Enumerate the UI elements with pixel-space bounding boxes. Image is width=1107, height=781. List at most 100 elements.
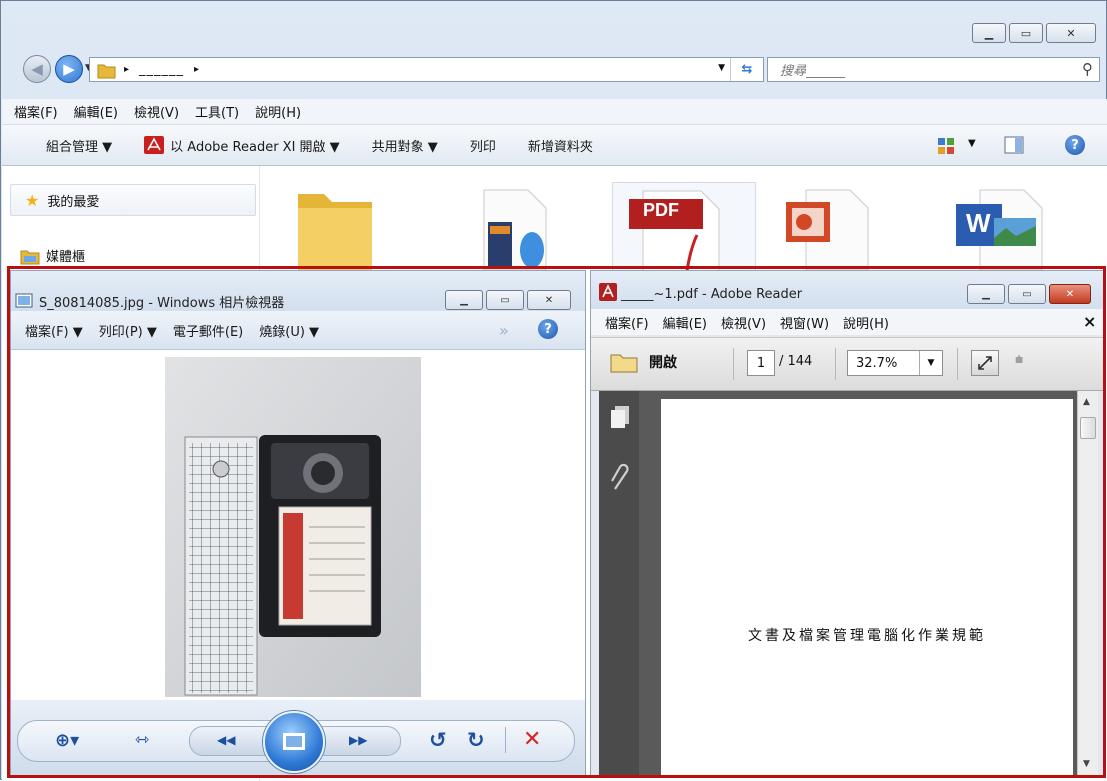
photo-close-button[interactable]: ✕ (527, 290, 571, 310)
photo-viewer-titlebar[interactable]: S_80814085.jpg - Windows 相片檢視器 ▁ ▭ ✕ (11, 271, 585, 311)
explorer-close-button[interactable]: ✕ (1046, 23, 1096, 43)
reader-vertical-scrollbar[interactable]: ▲ ▼ (1077, 391, 1098, 777)
file-item-pptx[interactable] (780, 186, 870, 274)
slideshow-icon (283, 733, 305, 750)
file-item-video[interactable] (470, 186, 560, 274)
reader-navigation-pane (599, 391, 639, 777)
address-row: ◀ ▶ ▼ ▸ ______ ▸ ▼ ⇆ 搜尋______ ⚲ (9, 53, 1102, 85)
change-view-icon[interactable] (937, 137, 957, 159)
reader-menu-window[interactable]: 視窗(W) (780, 313, 829, 332)
reader-maximize-button[interactable]: ▭ (1008, 284, 1046, 304)
photo-maximize-button[interactable]: ▭ (486, 290, 524, 310)
reader-menu-help[interactable]: 說明(H) (843, 313, 889, 332)
search-placeholder: 搜尋______ (780, 64, 846, 79)
menu-help[interactable]: 說明(H) (255, 102, 301, 121)
word-file-icon (956, 189, 1043, 271)
explorer-maximize-button[interactable]: ▭ (1009, 23, 1043, 43)
share-with-button[interactable]: 共用對象 ▼ (372, 136, 438, 155)
preview-pane-icon[interactable] (1004, 136, 1024, 158)
photo-image (165, 357, 421, 697)
photo-menu-email[interactable]: 電子郵件(E) (173, 321, 243, 340)
pdf-page-title: 文書及檔案管理電腦化作業規範 (748, 628, 986, 644)
zoom-value: 32.7% (856, 355, 898, 371)
menu-edit[interactable]: 編輯(E) (74, 102, 118, 121)
photo-canvas (11, 350, 585, 700)
rotate-left-icon[interactable]: ↺ (429, 728, 447, 752)
pdf-badge: PDF (643, 200, 679, 220)
adobe-reader-app-icon (599, 283, 617, 301)
refresh-icon[interactable]: ⇆ (730, 58, 763, 81)
address-bar[interactable]: ▸ ______ ▸ ▼ ⇆ (89, 57, 764, 82)
toolbar-divider (835, 348, 836, 380)
back-button[interactable]: ◀ (23, 55, 51, 83)
reader-menu-file[interactable]: 檔案(F) (605, 313, 649, 332)
page-current: 1 (756, 355, 766, 371)
expand-icon (978, 356, 992, 370)
search-icon[interactable]: ⚲ (1082, 60, 1093, 78)
zoom-icon[interactable]: ⊕▾ (55, 730, 79, 751)
view-options-dropdown[interactable]: ▼ (968, 138, 976, 149)
menu-tools[interactable]: 工具(T) (195, 102, 239, 121)
scroll-up-icon[interactable]: ▲ (1083, 397, 1090, 407)
photo-minimize-button[interactable]: ▁ (445, 290, 483, 310)
open-with-adobe-button[interactable]: 以 Adobe Reader XI 開啟 ▼ (144, 136, 340, 155)
nav-libraries-label: 媒體櫃 (46, 250, 86, 265)
photo-menu-print[interactable]: 列印(P) ▼ (99, 321, 157, 340)
zoom-select[interactable]: 32.7% ▼ (847, 350, 943, 376)
slideshow-button[interactable] (263, 711, 325, 773)
reader-menu-edit[interactable]: 編輯(E) (663, 313, 707, 332)
file-item-docx[interactable]: W (950, 186, 1050, 274)
library-icon (20, 250, 40, 264)
search-input[interactable]: 搜尋______ ⚲ (767, 57, 1100, 82)
help-icon[interactable]: ? (1065, 135, 1085, 155)
reader-titlebar[interactable]: _____~1.pdf - Adobe Reader ▁ ▭ ✕ (591, 271, 1105, 309)
new-folder-button[interactable]: 新增資料夾 (528, 136, 593, 155)
reader-title: _____~1.pdf - Adobe Reader (621, 287, 803, 302)
pdf-file-icon (629, 190, 720, 275)
reader-menu-close[interactable]: × (1083, 312, 1096, 331)
photo-menu-overflow[interactable]: » (499, 321, 509, 340)
reader-minimize-button[interactable]: ▁ (967, 284, 1005, 304)
breadcrumb-segment[interactable]: ______ (139, 62, 184, 77)
pdf-page: 文書及檔案管理電腦化作業規範 (661, 399, 1073, 777)
file-item-pdf[interactable]: PDF (612, 182, 756, 284)
explorer-minimize-button[interactable]: ▁ (972, 23, 1006, 43)
page-thumbnails-icon[interactable] (609, 405, 631, 431)
explorer-menu-bar: 檔案(F) 編輯(E) 檢視(V) 工具(T) 說明(H) (2, 99, 1107, 125)
page-number-input[interactable]: 1 (747, 350, 775, 376)
scroll-down-icon[interactable]: ▼ (1083, 759, 1090, 769)
reader-menu-view[interactable]: 檢視(V) (721, 313, 766, 332)
attachments-icon[interactable] (609, 463, 631, 493)
print-button[interactable]: 列印 (470, 136, 496, 155)
nav-item-favorites[interactable]: ★ 我的最愛 (10, 184, 256, 216)
photo-viewer-window: S_80814085.jpg - Windows 相片檢視器 ▁ ▭ ✕ 檔案(… (10, 270, 586, 778)
open-button[interactable]: 開啟 (609, 350, 677, 374)
photo-menu-file[interactable]: 檔案(F) ▼ (25, 321, 83, 340)
rotate-right-icon[interactable]: ↻ (467, 728, 485, 752)
full-screen-button[interactable] (971, 350, 999, 376)
photo-help-icon[interactable]: ? (538, 319, 558, 339)
delete-icon[interactable]: ✕ (523, 727, 541, 752)
open-with-adobe-label: 以 Adobe Reader XI 開啟 ▼ (170, 139, 340, 155)
actual-size-icon[interactable]: ⇿ (135, 730, 149, 750)
organize-button[interactable]: 組合管理 ▼ (46, 136, 112, 155)
file-item-folder[interactable] (290, 186, 380, 274)
folder-large-icon (298, 194, 372, 270)
photo-menu-burn[interactable]: 燒錄(U) ▼ (259, 321, 319, 340)
breadcrumb-chevron-icon: ▸ (124, 64, 130, 75)
page-total: / 144 (779, 354, 813, 369)
reader-document-area: 文書及檔案管理電腦化作業規範 (639, 391, 1077, 777)
photo-viewer-title: S_80814085.jpg - Windows 相片檢視器 (39, 296, 285, 311)
folder-icon (97, 64, 116, 78)
menu-file[interactable]: 檔案(F) (14, 102, 58, 121)
previous-icon[interactable]: ◀◀ (217, 733, 235, 747)
toolbar-overflow-icon[interactable]: ⩧ (1015, 352, 1023, 368)
next-icon[interactable]: ▶▶ (349, 733, 367, 747)
toolbar-divider (957, 348, 958, 380)
scroll-thumb[interactable] (1080, 417, 1096, 439)
reader-close-button[interactable]: ✕ (1049, 284, 1091, 304)
address-history-dropdown[interactable]: ▼ (718, 63, 725, 73)
nav-item-libraries[interactable]: 媒體櫃 (20, 246, 85, 265)
menu-view[interactable]: 檢視(V) (134, 102, 179, 121)
forward-button[interactable]: ▶ (55, 55, 83, 83)
